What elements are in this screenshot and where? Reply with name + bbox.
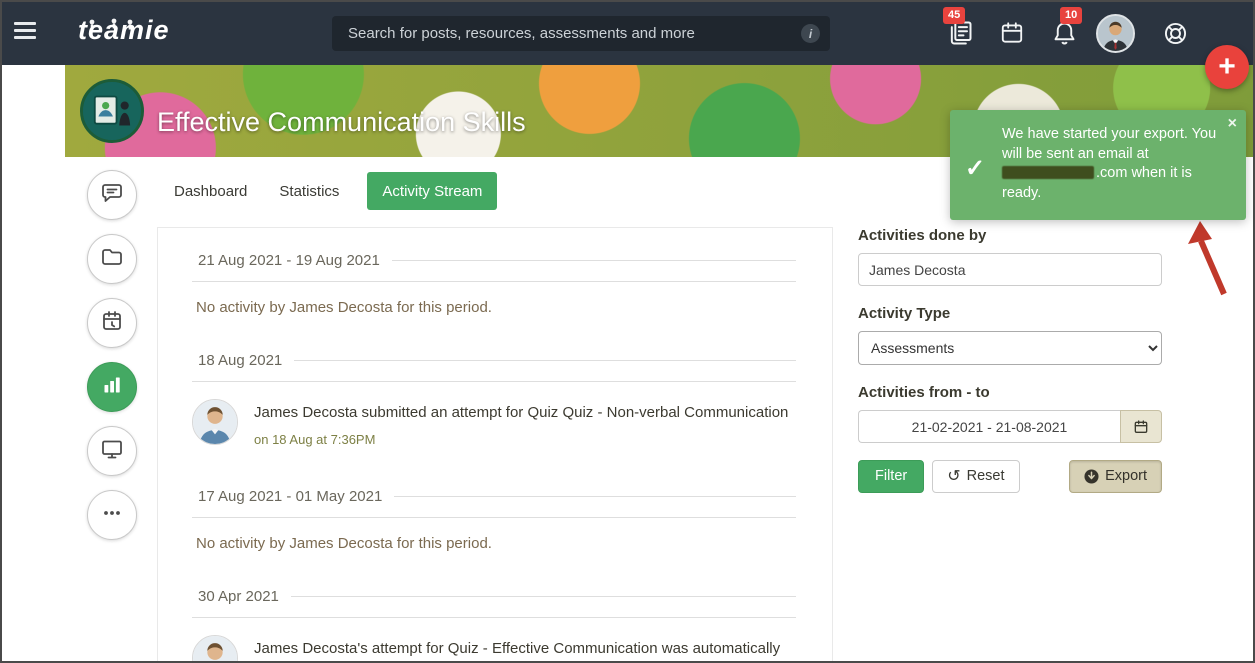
tab-dashboard[interactable]: Dashboard <box>174 172 263 210</box>
logo-figures-icon <box>84 8 144 39</box>
sidebar-item-calendar[interactable] <box>87 298 137 348</box>
activity-item: James Decosta submitted an attempt for Q… <box>192 399 796 450</box>
discussions-icon <box>100 181 124 210</box>
date-range-label: Activities from - to <box>858 384 990 401</box>
user-avatar[interactable] <box>1096 14 1135 53</box>
activity-timestamp: on 18 Aug at 7:36PM <box>254 432 376 447</box>
annotation-arrow <box>1186 221 1232 302</box>
help-ring-icon[interactable] <box>1162 20 1189 47</box>
toast-close-icon[interactable]: × <box>1228 116 1237 132</box>
avatar[interactable] <box>192 399 238 445</box>
export-icon <box>1084 469 1099 484</box>
no-activity-text: No activity by James Decosta for this pe… <box>196 535 492 552</box>
sidebar-item-materials[interactable] <box>87 234 137 284</box>
check-icon: ✓ <box>965 155 986 182</box>
activity-type-label: Activity Type <box>858 305 951 322</box>
filter-buttons-row: Filter ↺ Reset Export <box>858 460 1162 494</box>
no-activity-text: No activity by James Decosta for this pe… <box>196 299 492 316</box>
date-divider: 30 Apr 2021 <box>192 588 796 618</box>
menu-icon[interactable] <box>14 22 38 44</box>
date-divider: 21 Aug 2021 - 19 Aug 2021 <box>192 252 796 282</box>
top-navbar: teamie i 45 10 <box>2 2 1253 65</box>
sidebar-item-more[interactable] <box>87 490 137 540</box>
calendar-picker-button[interactable] <box>1120 410 1162 443</box>
tab-activity-stream[interactable]: Activity Stream <box>367 172 498 210</box>
bar-chart-icon <box>100 373 124 402</box>
tab-statistics[interactable]: Statistics <box>263 172 355 210</box>
done-by-label: Activities done by <box>858 227 987 244</box>
notifications-badge: 10 <box>1060 7 1083 24</box>
date-range-label: 17 Aug 2021 - 01 May 2021 <box>198 488 383 505</box>
filter-button[interactable]: Filter <box>858 460 925 494</box>
done-by-input[interactable] <box>858 253 1162 286</box>
course-avatar[interactable] <box>80 79 144 143</box>
posts-badge: 45 <box>943 7 966 24</box>
monitor-icon <box>100 437 124 466</box>
calendar-icon[interactable] <box>999 20 1025 46</box>
date-range-label: 21 Aug 2021 - 19 Aug 2021 <box>198 252 380 269</box>
activity-text: James Decosta submitted an attempt for Q… <box>254 399 788 450</box>
course-title: Effective Communication Skills <box>157 107 526 138</box>
plus-icon: + <box>1218 50 1236 83</box>
activity-type-select[interactable]: Assessments <box>858 331 1162 365</box>
export-toast: ✓ × We have started your export. You wil… <box>950 110 1246 220</box>
sidebar-item-screen[interactable] <box>87 426 137 476</box>
date-range-group <box>858 410 1162 443</box>
date-divider: 18 Aug 2021 <box>192 352 796 382</box>
sidebar-item-statistics[interactable] <box>87 362 137 412</box>
avatar[interactable] <box>192 635 238 661</box>
global-search: i <box>332 16 830 51</box>
search-input[interactable] <box>346 24 801 43</box>
activity-stream-panel: 21 Aug 2021 - 19 Aug 2021 No activity by… <box>157 227 833 661</box>
teamie-logo[interactable]: teamie <box>78 15 170 46</box>
reset-button[interactable]: ↺ Reset <box>932 460 1020 494</box>
date-divider: 17 Aug 2021 - 01 May 2021 <box>192 488 796 518</box>
screen: teamie i 45 10 <box>0 0 1255 663</box>
filter-panel: Activities done by Activity Type Assessm… <box>858 227 1162 494</box>
folder-icon <box>100 245 124 274</box>
activity-item: James Decosta's attempt for Quiz - Effec… <box>192 635 796 661</box>
calendar-icon <box>100 309 124 338</box>
add-content-button[interactable]: + <box>1205 45 1249 89</box>
ellipsis-icon <box>100 501 124 530</box>
reset-icon: ↺ <box>947 467 961 485</box>
date-range-label: 30 Apr 2021 <box>198 588 279 605</box>
export-button[interactable]: Export <box>1069 460 1162 494</box>
redacted-email <box>1002 165 1094 179</box>
activity-text: James Decosta's attempt for Quiz - Effec… <box>254 640 781 657</box>
sidebar-item-discussions[interactable] <box>87 170 137 220</box>
info-icon[interactable]: i <box>801 24 820 43</box>
date-range-input[interactable] <box>858 410 1120 443</box>
date-range-label: 18 Aug 2021 <box>198 352 283 369</box>
course-tabs: Dashboard Statistics Activity Stream <box>174 172 498 210</box>
toast-message: We have started your export. You will be… <box>1002 126 1217 201</box>
